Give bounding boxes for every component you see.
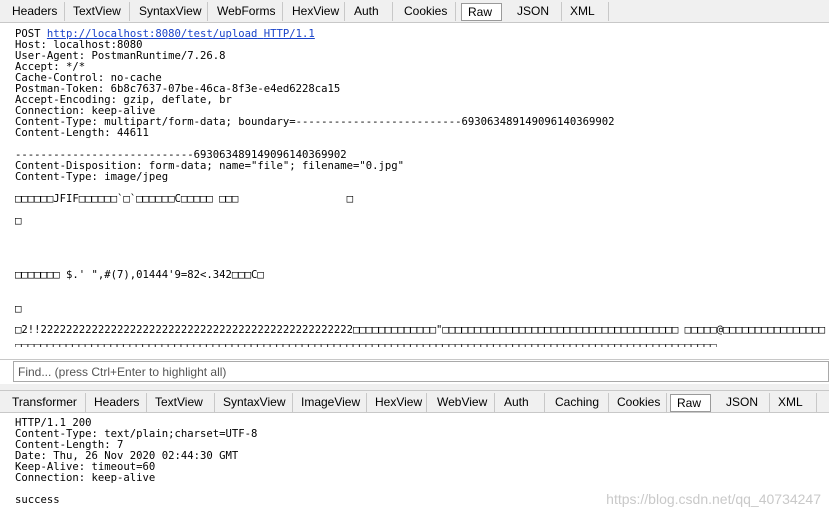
response-tab-imageview[interactable]: ImageView: [295, 393, 367, 412]
request-tab-syntaxview[interactable]: SyntaxView: [133, 2, 208, 21]
request-tab-bar: Headers TextView SyntaxView WebForms Hex…: [0, 0, 829, 23]
response-tab-headers[interactable]: Headers: [88, 393, 147, 412]
request-tab-hexview[interactable]: HexView: [286, 2, 345, 21]
watermark: https://blog.csdn.net/qq_40734247: [606, 491, 821, 507]
response-tab-transformer[interactable]: Transformer: [6, 393, 86, 412]
request-tab-cookies[interactable]: Cookies: [398, 2, 456, 21]
request-tab-webforms[interactable]: WebForms: [211, 2, 283, 21]
request-tab-json[interactable]: JSON: [511, 2, 562, 21]
response-tab-json[interactable]: JSON: [720, 393, 770, 412]
request-tab-raw[interactable]: Raw: [461, 3, 502, 21]
request-tab-textview[interactable]: TextView: [67, 2, 130, 21]
body-line: Content-Type: image/jpeg: [15, 171, 169, 183]
binary-line: □: [15, 215, 22, 227]
response-tab-caching[interactable]: Caching: [549, 393, 609, 412]
request-tab-auth[interactable]: Auth: [348, 2, 393, 21]
request-raw-view[interactable]: POST http://localhost:8080/test/upload H…: [0, 24, 829, 360]
response-body: success: [15, 494, 60, 506]
header-line: Connection: keep-alive: [15, 472, 156, 484]
find-bar: [13, 361, 829, 382]
response-tab-hexview[interactable]: HexView: [369, 393, 427, 412]
response-tab-raw[interactable]: Raw: [670, 394, 711, 412]
response-tab-webview[interactable]: WebView: [431, 393, 495, 412]
binary-line: □□□□□□□ $.' ",#(7),01444'9=82<.342□□□C□: [15, 269, 264, 281]
request-tab-headers[interactable]: Headers: [6, 2, 65, 21]
binary-line: □2!!222222222222222222222222222222222222…: [15, 324, 826, 336]
find-input[interactable]: [14, 362, 828, 381]
header-line: Content-Length: 44611: [15, 127, 149, 139]
binary-line: □□□□□□JFIF□□□□□□`□`□□□□□□C□□□□□ □□□ □: [15, 193, 354, 205]
response-tab-bar: Transformer Headers TextView SyntaxView …: [0, 390, 829, 413]
response-tab-auth[interactable]: Auth: [498, 393, 545, 412]
response-tab-textview[interactable]: TextView: [149, 393, 215, 412]
request-protocol: HTTP/1.1: [263, 28, 315, 40]
response-raw-view[interactable]: HTTP/1.1 200 Content-Type: text/plain;ch…: [0, 413, 829, 517]
binary-line: □: [15, 303, 22, 315]
response-raw-text: HTTP/1.1 200 Content-Type: text/plain;ch…: [15, 418, 257, 506]
response-tab-syntaxview[interactable]: SyntaxView: [217, 393, 293, 412]
request-raw-text: POST http://localhost:8080/test/upload H…: [15, 29, 615, 183]
request-tab-xml[interactable]: XML: [564, 2, 609, 21]
binary-line-partial: □□□□□□□□□□□□□□□□□□□□□□□□□□□□□□□□□□□□□□□□…: [15, 342, 717, 347]
response-tab-xml[interactable]: XML: [772, 393, 817, 412]
response-tab-cookies[interactable]: Cookies: [611, 393, 667, 412]
